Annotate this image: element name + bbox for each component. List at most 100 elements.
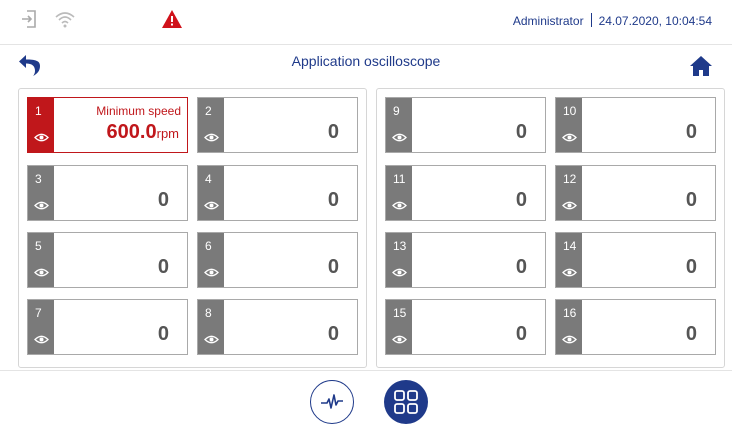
- channel-tab: 16: [556, 300, 582, 354]
- status-bar: Administrator 24.07.2020, 10:04:54: [0, 0, 732, 45]
- channel-slot[interactable]: 10 0: [555, 97, 716, 153]
- channel-tab: 1: [28, 98, 54, 152]
- eye-icon: [562, 133, 577, 142]
- channel-tab: 10: [556, 98, 582, 152]
- eye-icon: [34, 268, 49, 277]
- eye-icon: [562, 268, 577, 277]
- channel-number: 14: [563, 239, 577, 253]
- eye-icon: [392, 201, 407, 210]
- channel-tab: 8: [198, 300, 224, 354]
- channel-slot[interactable]: 14 0: [555, 232, 716, 288]
- channel-slot[interactable]: 3 0: [27, 165, 188, 221]
- channel-panel-right: 9 0 10 0 11 0 12 0 13 0 14 0 15 0 16 0: [376, 88, 725, 368]
- signal-value: 0: [515, 189, 527, 211]
- value-number: 600.0: [106, 121, 157, 143]
- signal-value: 0: [685, 323, 697, 345]
- footer: [0, 370, 732, 446]
- channel-slot[interactable]: 2 0: [197, 97, 358, 153]
- eye-icon: [392, 268, 407, 277]
- channel-tab: 4: [198, 166, 224, 220]
- channel-tab: 12: [556, 166, 582, 220]
- channel-slot[interactable]: 13 0: [385, 232, 546, 288]
- channel-slot[interactable]: 16 0: [555, 299, 716, 355]
- wifi-icon: [54, 9, 76, 34]
- signal-value: 0: [157, 256, 169, 278]
- eye-icon: [34, 201, 49, 210]
- channel-number: 11: [393, 172, 406, 186]
- grid-view-button[interactable]: [384, 380, 428, 424]
- channel-slot[interactable]: 7 0: [27, 299, 188, 355]
- eye-icon: [562, 335, 577, 344]
- channel-slot[interactable]: 6 0: [197, 232, 358, 288]
- channel-tab: 11: [386, 166, 412, 220]
- channel-slot[interactable]: 12 0: [555, 165, 716, 221]
- eye-icon: [392, 133, 407, 142]
- value-unit: rpm: [156, 126, 179, 141]
- page-title: Application oscilloscope: [291, 53, 441, 69]
- channel-number: 1: [35, 104, 42, 118]
- user-name: Administrator: [512, 14, 584, 28]
- channel-slot[interactable]: 9 0: [385, 97, 546, 153]
- channel-number: 7: [35, 306, 42, 320]
- oscilloscope-wave-icon: [321, 394, 343, 409]
- channel-number: 9: [393, 104, 400, 118]
- signal-value: 0: [685, 256, 697, 278]
- channel-slot[interactable]: 11 0: [385, 165, 546, 221]
- signal-value: 0: [157, 189, 169, 211]
- eye-icon: [34, 133, 49, 142]
- channel-slot[interactable]: 5 0: [27, 232, 188, 288]
- eye-icon: [562, 201, 577, 210]
- signal-name: Minimum speed: [96, 104, 181, 118]
- home-icon: [690, 56, 712, 76]
- channel-number: 6: [205, 239, 212, 253]
- channel-tab: 13: [386, 233, 412, 287]
- channel-number: 13: [393, 239, 407, 253]
- channel-number: 4: [205, 172, 212, 186]
- channel-number: 12: [563, 172, 577, 186]
- channel-slot[interactable]: 15 0: [385, 299, 546, 355]
- channel-tab: 14: [556, 233, 582, 287]
- channel-tab: 9: [386, 98, 412, 152]
- signal-value: 600.0rpm: [107, 121, 179, 144]
- datetime: 24.07.2020, 10:04:54: [598, 14, 712, 28]
- eye-icon: [204, 335, 219, 344]
- signal-value: 0: [515, 121, 527, 143]
- eye-icon: [204, 133, 219, 142]
- warning-icon[interactable]: [161, 9, 183, 34]
- channel-number: 5: [35, 239, 42, 253]
- channel-tab: 5: [28, 233, 54, 287]
- channel-number: 3: [35, 172, 42, 186]
- login-icon[interactable]: [20, 9, 38, 34]
- grid-view-icon: [394, 390, 418, 414]
- channel-slot[interactable]: 4 0: [197, 165, 358, 221]
- channel-number: 8: [205, 306, 212, 320]
- channel-tab: 15: [386, 300, 412, 354]
- eye-icon: [392, 335, 407, 344]
- channel-number: 16: [563, 306, 577, 320]
- channel-panel-left: 1 Minimum speed 600.0rpm 2 0 3 0 4 0 5 0: [18, 88, 367, 368]
- eye-icon: [204, 201, 219, 210]
- channel-tab: 6: [198, 233, 224, 287]
- home-button[interactable]: [688, 53, 714, 79]
- signal-value: 0: [157, 323, 169, 345]
- oscilloscope-view-button[interactable]: [310, 380, 354, 424]
- signal-value: 0: [327, 189, 339, 211]
- signal-value: 0: [685, 121, 697, 143]
- user-info: Administrator 24.07.2020, 10:04:54: [513, 13, 712, 28]
- signal-value: 0: [515, 256, 527, 278]
- title-bar: Application oscilloscope: [0, 45, 732, 85]
- signal-value: 0: [327, 256, 339, 278]
- eye-icon: [34, 335, 49, 344]
- channel-slot[interactable]: 1 Minimum speed 600.0rpm: [27, 97, 188, 153]
- signal-value: 0: [515, 323, 527, 345]
- channel-number: 10: [563, 104, 577, 118]
- divider: [590, 13, 592, 27]
- channel-tab: 2: [198, 98, 224, 152]
- channel-tab: 3: [28, 166, 54, 220]
- channel-slot[interactable]: 8 0: [197, 299, 358, 355]
- channel-number: 15: [393, 306, 407, 320]
- signal-value: 0: [327, 121, 339, 143]
- channel-tab: 7: [28, 300, 54, 354]
- signal-value: 0: [685, 189, 697, 211]
- channel-number: 2: [205, 104, 212, 118]
